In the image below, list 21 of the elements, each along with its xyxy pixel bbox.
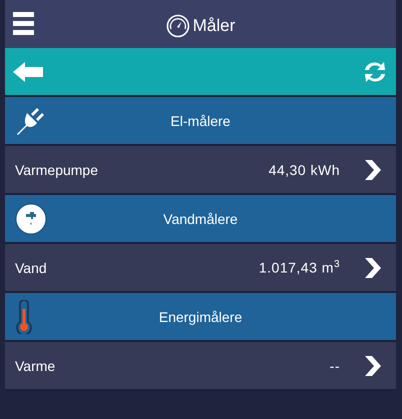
chevron-icon bbox=[364, 354, 382, 376]
menu-icon[interactable] bbox=[13, 12, 34, 35]
meter-row[interactable]: Varme -- bbox=[5, 342, 396, 391]
meter-reading: -- bbox=[330, 358, 340, 374]
section-title: Vandmålere bbox=[163, 210, 238, 226]
meter-reading: 1.017,43 m$^{3}$ bbox=[258, 259, 340, 276]
faucet-icon bbox=[15, 202, 47, 234]
meter-name: Varme bbox=[15, 358, 56, 374]
thermometer-icon bbox=[15, 300, 33, 334]
section-title: El-målere bbox=[170, 112, 230, 128]
meter-name: Varmepumpe bbox=[15, 162, 100, 178]
meter-row[interactable]: Vand 1.017,43 m$^{3}$ bbox=[5, 244, 396, 293]
chevron-icon bbox=[364, 256, 382, 278]
gauge-icon bbox=[166, 14, 190, 38]
section-title: Energimålere bbox=[158, 308, 242, 324]
page-title: Måler bbox=[192, 16, 236, 36]
meter-row[interactable]: Varmepumpe 44,30 kWh bbox=[5, 146, 396, 195]
meter-name: Vand bbox=[15, 260, 48, 276]
meter-reading: 44,30 kWh bbox=[268, 162, 340, 178]
chevron-icon bbox=[364, 158, 382, 180]
back-arrow-icon[interactable] bbox=[12, 60, 44, 84]
